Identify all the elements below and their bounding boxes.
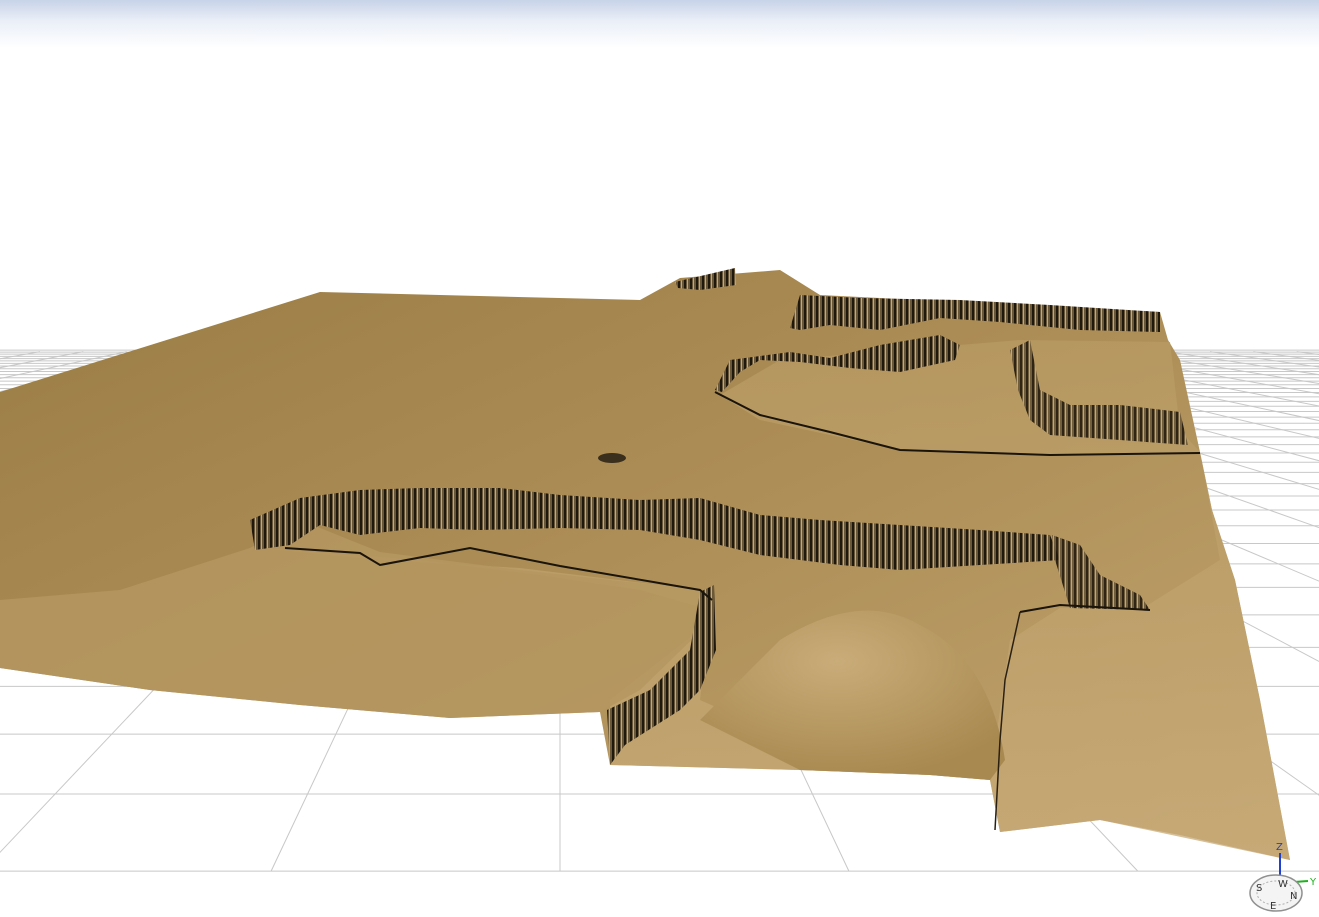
terrain-surface[interactable]: [0, 270, 1290, 860]
compass-w-label: W: [1278, 879, 1288, 890]
axis-y-label: Y: [1309, 877, 1317, 888]
3d-viewport[interactable]: Z Y X N S E W: [0, 0, 1319, 917]
compass-e-label: E: [1270, 901, 1276, 912]
axis-z-label: Z: [1276, 842, 1283, 853]
compass-n-label: N: [1290, 891, 1297, 902]
compass-s-label: S: [1256, 883, 1262, 894]
terrain-scene[interactable]: Z Y X N S E W: [0, 0, 1319, 917]
compass-icon[interactable]: N S E W: [1249, 874, 1303, 912]
